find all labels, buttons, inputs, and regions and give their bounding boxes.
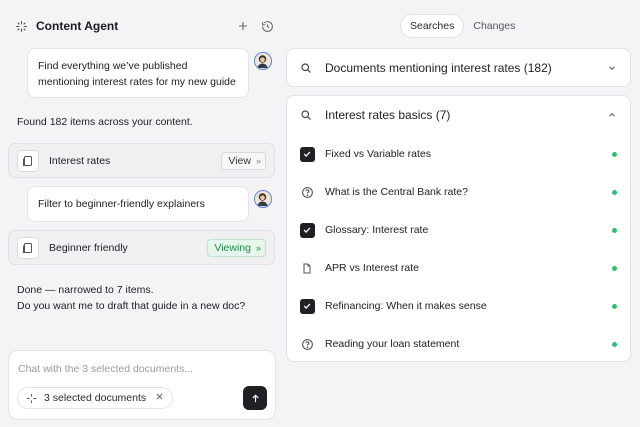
checkbox-checked-icon[interactable] — [299, 222, 315, 238]
list-item[interactable]: Glossary: Interest rate — [287, 211, 633, 249]
status-dot — [612, 341, 617, 347]
document-icon[interactable] — [299, 260, 315, 276]
status-dot — [612, 227, 617, 233]
document-title: Reading your loan statement — [325, 338, 460, 350]
avatar — [254, 190, 272, 208]
chevrons-right-icon: » — [255, 155, 261, 166]
question-circle-icon[interactable] — [299, 184, 315, 200]
arrow-up-icon — [250, 393, 261, 404]
chat-input[interactable]: Chat with the 3 selected documents... — [18, 363, 193, 375]
user-message: Find everything we’ve published mentioni… — [27, 48, 249, 98]
chevron-down-icon[interactable] — [606, 62, 618, 74]
document-title: Fixed vs Variable rates — [325, 148, 432, 160]
result-card-interest-rates[interactable]: Interest rates View » — [8, 143, 275, 178]
checkbox-checked-icon[interactable] — [299, 146, 315, 162]
status-dot — [612, 265, 617, 271]
view-label: View — [228, 154, 251, 167]
document-title: Glossary: Interest rate — [325, 224, 429, 236]
result-card-label: Interest rates — [49, 154, 111, 167]
view-button[interactable]: View » — [221, 151, 266, 170]
question-circle-icon[interactable] — [299, 336, 315, 352]
search-title: Documents mentioning interest rates (182… — [325, 61, 552, 75]
viewing-button[interactable]: Viewing » — [207, 238, 266, 257]
list-item[interactable]: APR vs Interest rate — [287, 249, 633, 287]
search-title: Interest rates basics (7) — [325, 108, 451, 122]
search-card-collapsed[interactable]: Documents mentioning interest rates (182… — [286, 48, 631, 87]
selected-documents-chip[interactable]: 3 selected documents — [17, 387, 174, 409]
user-message: Filter to beginner-friendly explainers — [27, 186, 249, 222]
chip-label: 3 selected documents — [44, 392, 147, 404]
close-icon[interactable] — [155, 392, 164, 404]
agent-title: Content Agent — [36, 19, 119, 33]
send-button[interactable] — [243, 386, 267, 410]
message-text: Find everything we’ve published mentioni… — [38, 60, 236, 88]
agent-message: Done — narrowed to 7 items. Do you want … — [17, 282, 245, 315]
sparkle-icon — [26, 393, 37, 404]
tab-changes[interactable]: Changes — [464, 14, 524, 38]
document-title: What is the Central Bank rate? — [325, 186, 468, 198]
document-title: Refinancing: When it makes sense — [325, 300, 487, 312]
sparkle-icon — [14, 19, 28, 33]
search-icon — [299, 61, 313, 75]
list-item[interactable]: Refinancing: When it makes sense — [287, 287, 633, 325]
chevrons-right-icon: » — [255, 242, 261, 253]
agent-message: Found 182 items across your content. — [17, 116, 193, 128]
chat-composer[interactable]: Chat with the 3 selected documents... 3 … — [8, 350, 276, 420]
list-item[interactable]: Reading your loan statement — [287, 325, 633, 363]
document-icon — [17, 236, 39, 259]
agent-header: Content Agent — [14, 14, 276, 38]
result-card-label: Beginner friendly — [49, 241, 128, 254]
status-dot — [612, 189, 617, 195]
document-title: APR vs Interest rate — [325, 262, 419, 274]
list-item[interactable]: What is the Central Bank rate? — [287, 173, 633, 211]
panel-tabs: Searches Changes — [400, 13, 524, 39]
search-card-expanded: Interest rates basics (7) Fixed vs Varia… — [286, 95, 631, 362]
message-text: Filter to beginner-friendly explainers — [38, 198, 205, 210]
document-icon — [17, 149, 39, 172]
search-icon — [299, 108, 313, 122]
viewing-label: Viewing — [214, 241, 251, 254]
plus-icon[interactable] — [234, 17, 252, 35]
checkbox-checked-icon[interactable] — [299, 298, 315, 314]
status-dot — [612, 151, 617, 157]
avatar — [254, 52, 272, 70]
chevron-up-icon[interactable] — [606, 109, 618, 121]
tab-searches[interactable]: Searches — [400, 14, 465, 38]
status-dot — [612, 303, 617, 309]
message-line: Do you want me to draft that guide in a … — [17, 300, 246, 313]
list-item[interactable]: Fixed vs Variable rates — [287, 135, 633, 173]
history-icon[interactable] — [258, 17, 276, 35]
search-card-header[interactable]: Interest rates basics (7) — [287, 96, 630, 134]
result-card-beginner-friendly[interactable]: Beginner friendly Viewing » — [8, 230, 275, 265]
message-line: Done — narrowed to 7 items. — [17, 284, 154, 296]
